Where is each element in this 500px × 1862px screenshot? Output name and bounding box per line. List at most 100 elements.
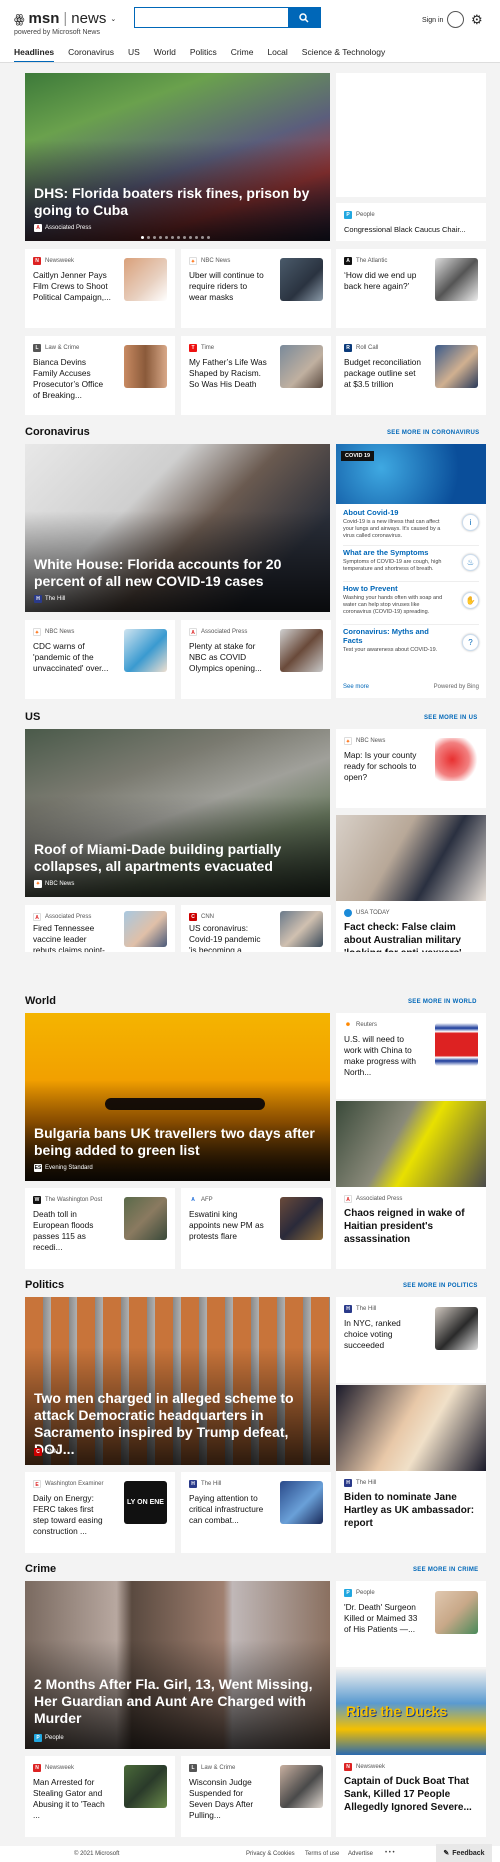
privacy-link[interactable]: Privacy & Cookies: [246, 1851, 295, 1857]
people-icon: P: [34, 1734, 42, 1742]
news-card[interactable]: A Associated Press Plenty at stake for NB…: [181, 620, 331, 699]
news-card[interactable]: L Law & Crime Bianca Devins Family Accuse…: [25, 336, 175, 415]
more-icon[interactable]: • • •: [385, 1850, 395, 1856]
news-card[interactable]: N Newsweek Caitlyn Jenner Pays Film Crews…: [25, 249, 175, 328]
ride-the-ducks-sign: Ride the Ducks: [346, 1703, 448, 1719]
gear-icon[interactable]: ⚙: [471, 13, 483, 26]
news-card-tall[interactable]: Ride the Ducks N Newsweek Captain of Duck…: [336, 1669, 486, 1837]
card-title: ‘How did we end up back here again?’: [344, 270, 417, 291]
people-icon: P: [344, 1589, 352, 1597]
card-title: Fired Tennessee vaccine leader rebuts cl…: [33, 923, 105, 952]
news-card[interactable]: ✦ NBC News Map: Is your county ready for …: [336, 729, 486, 808]
quiz-icon: ?: [462, 634, 479, 651]
section-heading-coronavirus: Coronavirus: [25, 426, 90, 438]
msn-news-logo[interactable]: ꙮ msn | news ⌄ powered by Microsoft News: [14, 10, 116, 36]
avatar-icon[interactable]: [447, 11, 464, 28]
us-hero[interactable]: Roof of Miami-Dade building partially co…: [25, 729, 330, 897]
terms-link[interactable]: Terms of use: [305, 1851, 339, 1857]
tab-local[interactable]: Local: [267, 47, 287, 61]
card-thumbnail: LY ON ENE: [124, 1481, 167, 1524]
card-thumbnail: [280, 911, 323, 947]
hero-source: A Associated Press: [34, 224, 91, 232]
north-korea-flag-thumbnail: [435, 1023, 478, 1066]
section-heading-politics: Politics: [25, 1279, 65, 1291]
card-title: Chaos reigned in wake of Haitian preside…: [344, 1208, 465, 1245]
news-card[interactable]: A The Atlantic ‘How did we end up back he…: [336, 249, 486, 328]
see-more-coronavirus[interactable]: SEE MORE IN CORONAVIRUS: [387, 430, 479, 436]
covid-item-symptoms[interactable]: What are the Symptoms Symptoms of COVID-1…: [343, 548, 443, 573]
news-card[interactable]: H The Hill Paying attention to critical i…: [181, 1472, 331, 1553]
tab-us[interactable]: US: [128, 47, 140, 61]
news-card[interactable]: R Roll Call Budget reconciliation package…: [336, 336, 486, 415]
headline-side-card[interactable]: P People Congressional Black Caucus Chair…: [336, 203, 486, 241]
tab-politics[interactable]: Politics: [190, 47, 217, 61]
see-more-us[interactable]: SEE MORE IN US: [424, 715, 478, 721]
news-card[interactable]: H The Hill In NYC, ranked choice voting s…: [336, 1297, 486, 1383]
tab-crime[interactable]: Crime: [231, 47, 254, 61]
search-button[interactable]: [288, 7, 320, 28]
see-more-politics[interactable]: SEE MORE IN POLITICS: [403, 1283, 478, 1289]
covid-item-myths[interactable]: Coronavirus: Myths and Facts Test your aw…: [343, 627, 443, 654]
headline-hero[interactable]: DHS: Florida boaters risk fines, prison …: [25, 73, 330, 241]
news-card-tall[interactable]: A Associated Press Chaos reigned in wake …: [336, 1101, 486, 1269]
politics-hero[interactable]: Two men charged in alleged scheme to att…: [25, 1297, 330, 1465]
carousel-dots[interactable]: [141, 236, 210, 239]
hero-title[interactable]: White House: Florida accounts for 20 per…: [34, 556, 320, 590]
news-card-tall[interactable]: USA TODAY Fact check: False claim about …: [336, 815, 486, 952]
thumbnail-text: LY ON ENE: [127, 1499, 164, 1506]
news-card[interactable]: A AFP Eswatini king appoints new PM as pr…: [181, 1188, 331, 1269]
section-heading-us: US: [25, 711, 41, 723]
tab-world[interactable]: World: [154, 47, 176, 61]
usa-today-icon: [344, 909, 352, 917]
covid-item-about[interactable]: About Covid-19 Covid-19 is a new illness …: [343, 508, 443, 540]
covid-item-prevent[interactable]: How to Prevent Washing your hands often w…: [343, 584, 443, 616]
card-image: [336, 1385, 486, 1471]
advertise-link[interactable]: Advertise: [348, 1851, 373, 1857]
tab-science-technology[interactable]: Science & Technology: [302, 47, 385, 61]
news-card[interactable]: A Associated Press Fired Tennessee vaccin…: [25, 905, 175, 952]
news-card[interactable]: ✦ NBC News CDC warns of 'pandemic of the …: [25, 620, 175, 699]
hero-title[interactable]: Roof of Miami-Dade building partially co…: [34, 841, 320, 875]
hero-title[interactable]: Two men charged in alleged scheme to att…: [34, 1390, 320, 1458]
news-card[interactable]: P People 'Dr. Death' Surgeon Killed or Ma…: [336, 1581, 486, 1667]
tab-coronavirus[interactable]: Coronavirus: [68, 47, 114, 61]
tab-headlines[interactable]: Headlines: [14, 47, 55, 63]
news-card[interactable]: ✺ Reuters U.S. will need to work with Chi…: [336, 1013, 486, 1099]
card-title: 'Dr. Death' Surgeon Killed or Maimed 33 …: [344, 1602, 418, 1634]
law-crime-icon: L: [33, 344, 41, 352]
see-more-world[interactable]: SEE MORE IN WORLD: [408, 999, 477, 1005]
ap-icon: A: [33, 913, 41, 921]
covid-see-more-link[interactable]: See more: [343, 684, 369, 690]
news-card[interactable]: N Newsweek Man Arrested for Stealing Gato…: [25, 1756, 175, 1837]
coronavirus-hero[interactable]: White House: Florida accounts for 20 per…: [25, 444, 330, 612]
world-hero[interactable]: Bulgaria bans UK travellers two days aft…: [25, 1013, 330, 1181]
news-card[interactable]: W The Washington Post Death toll in Europ…: [25, 1188, 175, 1269]
ap-icon: A: [344, 1195, 352, 1203]
sign-in-link[interactable]: Sign in: [422, 17, 443, 24]
hero-title[interactable]: DHS: Florida boaters risk fines, prison …: [34, 185, 320, 219]
header-divider: [0, 62, 500, 63]
hero-title[interactable]: 2 Months After Fla. Girl, 13, Went Missi…: [34, 1676, 320, 1727]
card-title: My Father’s Life Was Shaped by Racism. S…: [189, 357, 267, 389]
card-thumbnail: [435, 1307, 478, 1350]
news-card[interactable]: L Law & Crime Wisconsin Judge Suspended f…: [181, 1756, 331, 1837]
card-image: [336, 1101, 486, 1187]
crime-hero[interactable]: 2 Months After Fla. Girl, 13, Went Missi…: [25, 1581, 330, 1749]
hero-title[interactable]: Bulgaria bans UK travellers two days aft…: [34, 1125, 320, 1159]
news-card-tall[interactable]: H The Hill Biden to nominate Jane Hartley…: [336, 1385, 486, 1553]
news-card[interactable]: E Washington Examiner Daily on Energy: FE…: [25, 1472, 175, 1553]
covid-info-panel: COVID 19 About Covid-19 Covid-19 is a new…: [336, 444, 486, 698]
card-title: Biden to nominate Jane Hartley as UK amb…: [344, 1492, 475, 1529]
cnn-icon: C: [189, 913, 197, 921]
see-more-crime[interactable]: SEE MORE IN CRIME: [413, 1567, 478, 1573]
card-thumbnail: [124, 911, 167, 947]
news-card[interactable]: ✦ NBC News Uber will continue to require …: [181, 249, 331, 328]
the-hill-icon: H: [189, 1480, 197, 1488]
section-heading-crime: Crime: [25, 1563, 57, 1575]
card-thumbnail: [435, 1591, 478, 1634]
hero-source: ES Evening Standard: [34, 1164, 93, 1172]
news-card[interactable]: T Time My Father’s Life Was Shaped by Rac…: [181, 336, 331, 415]
feedback-button[interactable]: ✎ Feedback: [436, 1844, 492, 1862]
evening-standard-icon: ES: [34, 1164, 42, 1172]
news-card[interactable]: C CNN US coronavirus: Covid-19 pandemic '…: [181, 905, 331, 952]
